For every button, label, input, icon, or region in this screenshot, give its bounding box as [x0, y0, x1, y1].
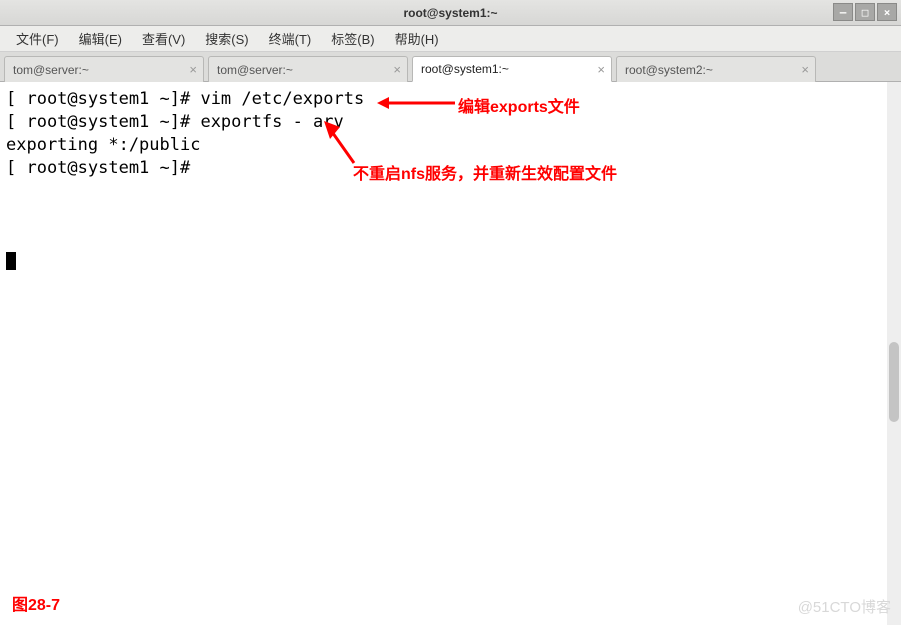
tab-tom-server-2[interactable]: tom@server:~ × [208, 56, 408, 82]
tab-root-system2[interactable]: root@system2:~ × [616, 56, 816, 82]
menu-tabs[interactable]: 标签(B) [323, 27, 382, 50]
tab-close-icon[interactable]: × [597, 62, 605, 77]
tab-bar: tom@server:~ × tom@server:~ × root@syste… [0, 52, 901, 82]
menu-edit[interactable]: 编辑(E) [71, 27, 130, 50]
menu-search[interactable]: 搜索(S) [197, 27, 256, 50]
terminal-output: [ root@system1 ~]# vim /etc/exports [ ro… [6, 89, 364, 178]
tab-label: root@system1:~ [421, 62, 509, 76]
annotation-edit-exports: 编辑exports文件 [458, 93, 580, 117]
tab-close-icon[interactable]: × [189, 62, 197, 77]
tab-close-icon[interactable]: × [393, 62, 401, 77]
annotation-exportfs: 不重启nfs服务，并重新生效配置文件 [353, 160, 617, 184]
window-maximize-button[interactable]: □ [855, 3, 875, 21]
tab-close-icon[interactable]: × [801, 62, 809, 77]
scrollbar-thumb[interactable] [889, 342, 899, 422]
menu-bar: 文件(F) 编辑(E) 查看(V) 搜索(S) 终端(T) 标签(B) 帮助(H… [0, 26, 901, 52]
window-minimize-button[interactable]: — [833, 3, 853, 21]
menu-file[interactable]: 文件(F) [8, 27, 67, 50]
menu-view[interactable]: 查看(V) [134, 27, 193, 50]
tab-root-system1[interactable]: root@system1:~ × [412, 56, 612, 82]
menu-terminal[interactable]: 终端(T) [261, 27, 320, 50]
menu-help[interactable]: 帮助(H) [387, 27, 447, 50]
tab-label: tom@server:~ [13, 63, 89, 77]
window-close-button[interactable]: × [877, 3, 897, 21]
window-controls: — □ × [833, 3, 897, 21]
window-titlebar: root@system1:~ — □ × [0, 0, 901, 26]
watermark: @51CTO博客 [798, 596, 891, 617]
tab-label: tom@server:~ [217, 63, 293, 77]
figure-label: 图28-7 [12, 591, 60, 615]
tab-tom-server-1[interactable]: tom@server:~ × [4, 56, 204, 82]
terminal-cursor [6, 252, 16, 270]
tab-label: root@system2:~ [625, 63, 713, 77]
window-title: root@system1:~ [403, 6, 497, 20]
